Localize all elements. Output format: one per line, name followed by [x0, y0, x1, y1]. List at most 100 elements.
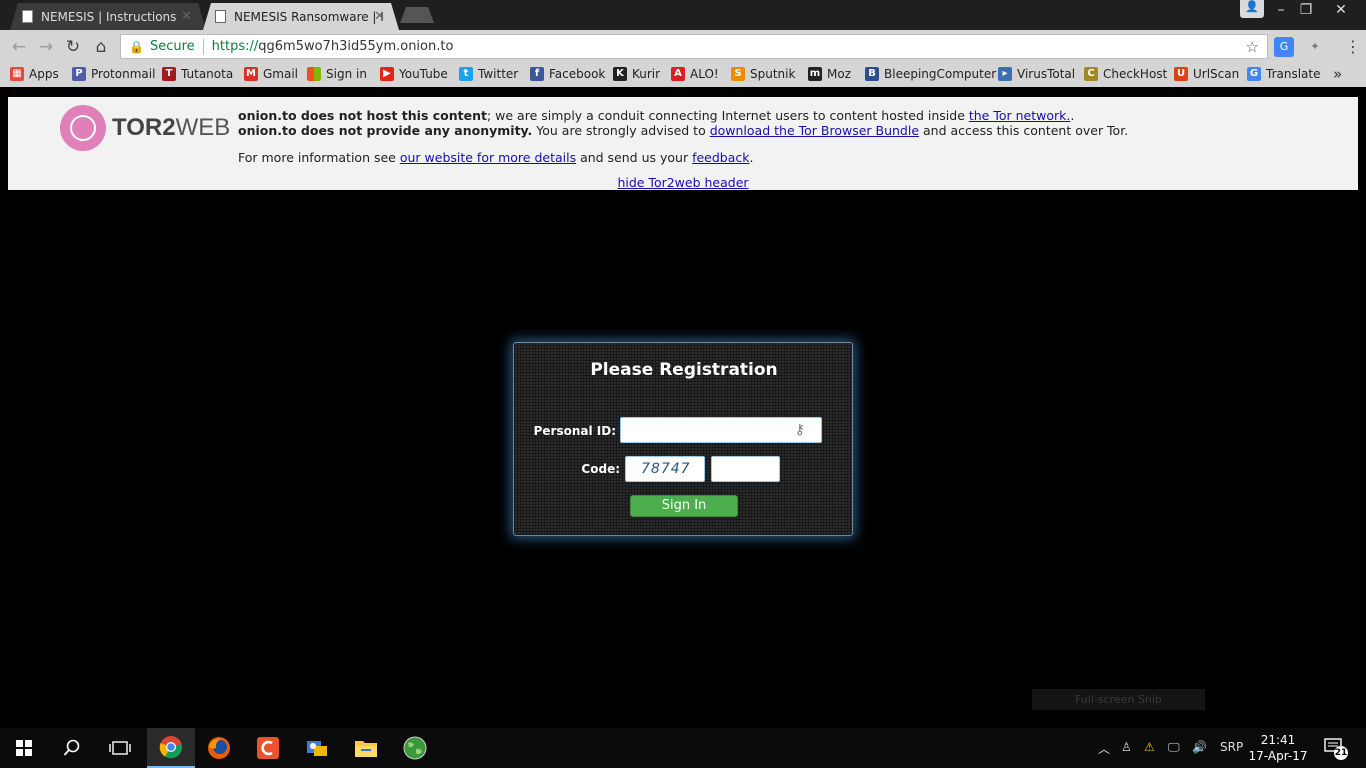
minimize-icon[interactable]: –: [1268, 0, 1294, 20]
full-screen-snip-overlay: Full-screen Snip: [1032, 689, 1205, 710]
bookmark-virustotal[interactable]: ▸ VirusTotal: [998, 67, 1075, 81]
search-icon[interactable]: [48, 728, 96, 768]
file-explorer-icon[interactable]: [342, 728, 390, 768]
bookmark-gmail[interactable]: M Gmail: [244, 67, 298, 81]
bookmark-twitter[interactable]: t Twitter: [459, 67, 518, 81]
restore-icon[interactable]: ❐: [1293, 0, 1319, 20]
personal-id-input[interactable]: ⚷: [620, 417, 822, 443]
bookmark-label: Sign in: [326, 67, 367, 81]
language-indicator[interactable]: SRP: [1220, 740, 1243, 754]
chevron-up-icon[interactable]: ︿: [1098, 740, 1110, 757]
new-tab-button[interactable]: [400, 7, 434, 23]
tab-nemesis-ransomware[interactable]: NEMESIS Ransomware | I ✕: [203, 3, 399, 30]
app-c-taskbar-icon[interactable]: [244, 728, 292, 768]
code-label: Code:: [581, 462, 620, 476]
registration-panel: Please Registration Personal ID: ⚷ Code:…: [513, 342, 853, 536]
bookmark-checkhost[interactable]: C CheckHost: [1084, 67, 1167, 81]
bookmark-label: Apps: [29, 67, 59, 81]
menu-dots-icon[interactable]: ⋮: [1345, 37, 1361, 56]
url-scheme: https://: [211, 39, 259, 54]
chrome-taskbar-icon[interactable]: [147, 728, 195, 768]
volume-icon[interactable]: 🔊: [1192, 740, 1207, 754]
tab-nemesis-instructions[interactable]: NEMESIS | Instructions ✕: [10, 3, 206, 30]
youtube-icon: ▶: [380, 67, 394, 81]
bookmark-facebook[interactable]: f Facebook: [530, 67, 605, 81]
clock-time: 21:41: [1260, 733, 1296, 747]
bookmark-sign-in[interactable]: Sign in: [307, 67, 367, 81]
hide-tor2web-header-link[interactable]: hide Tor2web header: [617, 175, 748, 190]
usb-device-icon[interactable]: ♙: [1121, 740, 1132, 754]
website-details-link[interactable]: our website for more details: [400, 150, 576, 165]
close-icon[interactable]: ✕: [374, 9, 385, 24]
bookmark-label: Facebook: [549, 67, 606, 81]
bookmark-alo[interactable]: A ALO!: [671, 67, 719, 81]
sputnik-icon: S: [731, 67, 745, 81]
warning-icon[interactable]: ⚠: [1144, 740, 1155, 754]
windows-start-icon[interactable]: [0, 728, 48, 768]
forward-arrow-icon[interactable]: →: [35, 36, 57, 58]
bookmark-star-icon[interactable]: ☆: [1246, 38, 1259, 56]
alo-icon: A: [671, 67, 685, 81]
bleepingcomputer-icon: B: [865, 67, 879, 81]
tor2web-notice-line1: onion.to does not host this content; we …: [238, 108, 1075, 123]
secure-label: Secure: [149, 39, 195, 54]
action-center-icon[interactable]: 21: [1324, 738, 1348, 760]
bookmark-label: YouTube: [399, 67, 448, 81]
network-app-taskbar-icon[interactable]: [293, 728, 341, 768]
bookmark-label: Sputnik: [750, 67, 796, 81]
reload-icon[interactable]: ↻: [62, 36, 84, 58]
bookmark-apps[interactable]: ▦ Apps: [10, 67, 59, 81]
bookmark-urlscan[interactable]: U UrlScan: [1174, 67, 1239, 81]
tor2web-header: TOR2WEB onion.to does not host this cont…: [8, 97, 1358, 190]
page-icon: [215, 10, 226, 23]
profile-icon[interactable]: 👤: [1240, 0, 1264, 18]
bookmark-youtube[interactable]: ▶ YouTube: [380, 67, 448, 81]
tor-extension-icon[interactable]: ✦: [1305, 37, 1325, 57]
bookmark-label: UrlScan: [1193, 67, 1240, 81]
code-input[interactable]: [711, 456, 780, 482]
notification-count-badge: 21: [1334, 746, 1348, 760]
globe-app-taskbar-icon[interactable]: [391, 728, 439, 768]
protonmail-icon: P: [72, 67, 86, 81]
bookmark-bleepingcomputer[interactable]: B BleepingComputer: [865, 67, 996, 81]
bookmark-kurir[interactable]: K Kurir: [613, 67, 660, 81]
tor-network-link[interactable]: the Tor network.: [969, 108, 1071, 123]
bookmark-sputnik[interactable]: S Sputnik: [731, 67, 795, 81]
bookmark-moz[interactable]: m Moz: [808, 67, 851, 81]
feedback-link[interactable]: feedback: [692, 150, 749, 165]
translate-extension-icon[interactable]: G: [1274, 37, 1294, 57]
moz-icon: m: [808, 67, 822, 81]
bookmark-label: ALO!: [690, 67, 719, 81]
system-clock[interactable]: 21:41 17-Apr-17: [1248, 732, 1308, 764]
download-tor-link[interactable]: download the Tor Browser Bundle: [710, 123, 919, 138]
network-icon[interactable]: 🖵: [1168, 740, 1180, 755]
tor2web-logo-text: TOR2WEB: [112, 114, 231, 141]
urlscan-icon: U: [1174, 67, 1188, 81]
browser-tabstrip: NEMESIS | Instructions ✕ NEMESIS Ransomw…: [0, 0, 1366, 30]
clock-date: 17-Apr-17: [1248, 749, 1308, 763]
sign-in-button[interactable]: Sign In: [630, 495, 738, 517]
key-icon[interactable]: ⚷: [795, 422, 805, 438]
close-icon[interactable]: ✕: [181, 9, 192, 24]
bookmark-translate[interactable]: G Translate: [1247, 67, 1321, 81]
bookmark-label: Tutanota: [181, 67, 234, 81]
kurir-icon: K: [613, 67, 627, 81]
gmail-icon: M: [244, 67, 258, 81]
bookmark-tutanota[interactable]: T Tutanota: [162, 67, 233, 81]
bookmark-label: VirusTotal: [1017, 67, 1076, 81]
bookmark-label: CheckHost: [1103, 67, 1168, 81]
checkhost-icon: C: [1084, 67, 1098, 81]
back-arrow-icon[interactable]: ←: [8, 36, 30, 58]
url-host: qg6m5wo7h3id55ym.onion.to: [258, 39, 454, 54]
chevron-right-icon[interactable]: »: [1333, 65, 1342, 83]
home-icon[interactable]: ⌂: [90, 36, 112, 58]
personal-id-label: Personal ID:: [533, 424, 616, 438]
firefox-taskbar-icon[interactable]: [195, 728, 243, 768]
bookmark-protonmail[interactable]: P Protonmail: [72, 67, 155, 81]
page-icon: [22, 10, 33, 23]
hide-header-row: hide Tor2web header: [8, 175, 1358, 190]
window-close-icon[interactable]: ✕: [1328, 0, 1354, 20]
address-bar[interactable]: 🔒 Secure https:// qg6m5wo7h3id55ym.onion…: [120, 34, 1268, 59]
task-view-icon[interactable]: [96, 728, 144, 768]
bookmarks-bar: ▦ Apps P Protonmail T Tutanota M Gmail Sign …: [0, 63, 1366, 87]
